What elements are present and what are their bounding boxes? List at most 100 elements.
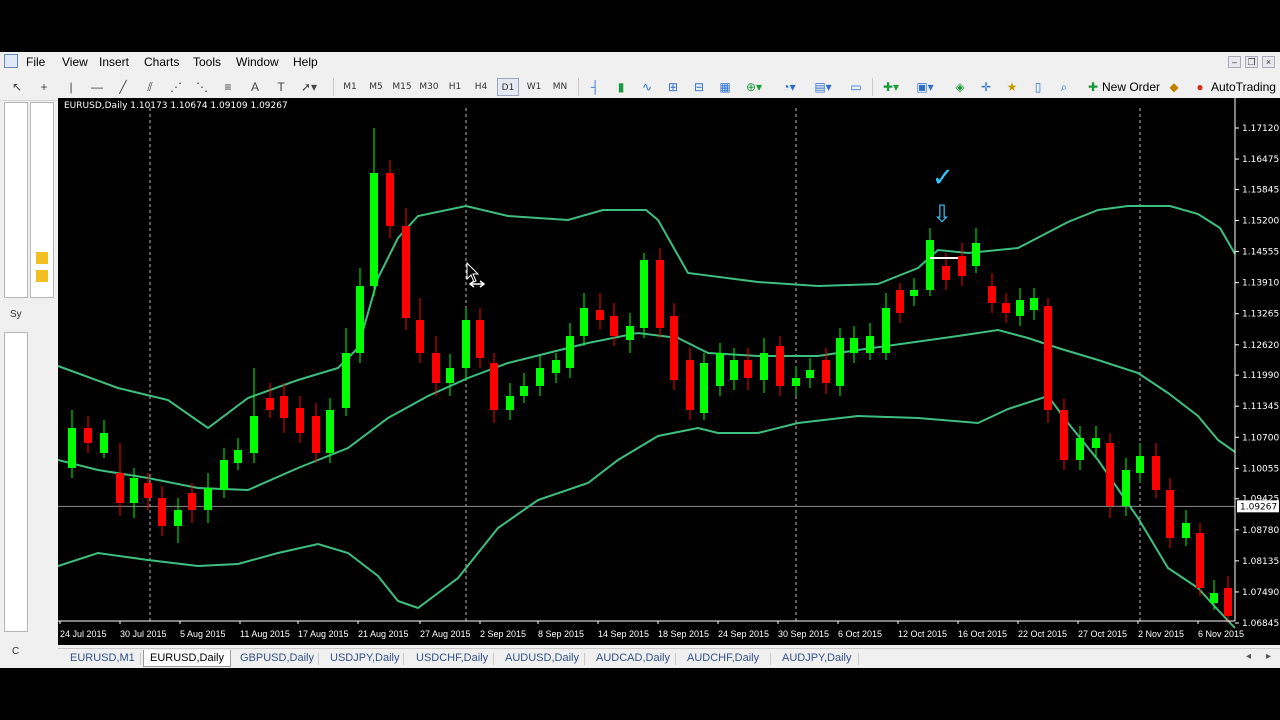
candle-body bbox=[312, 416, 320, 453]
chart-area[interactable]: 1.17120 1.16475 1.15845 1.15200 1.14555 1.139… bbox=[58, 98, 1280, 645]
bar-chart-icon[interactable]: ┤ bbox=[586, 78, 604, 96]
shapes-dropdown-icon[interactable]: ➚▾ bbox=[300, 78, 318, 96]
menu-tools[interactable]: Tools bbox=[193, 55, 221, 70]
date-tick-label: 24 Jul 2015 bbox=[60, 629, 107, 639]
tester-icon[interactable]: ⌕ bbox=[1055, 78, 1073, 96]
line-chart-icon[interactable]: ∿ bbox=[638, 78, 656, 96]
tab-audcad-daily[interactable]: AUDCAD,Daily bbox=[590, 650, 676, 667]
candle-body bbox=[204, 488, 212, 510]
tab-gbpusd-daily[interactable]: GBPUSD,Daily bbox=[234, 650, 320, 667]
candle-body bbox=[1136, 456, 1144, 473]
text-tool-icon[interactable]: A bbox=[246, 78, 264, 96]
tab-scroll-right-icon[interactable]: ▸ bbox=[1266, 651, 1271, 662]
indicator-icon[interactable] bbox=[36, 270, 48, 282]
candle-body bbox=[972, 243, 980, 266]
menu-insert[interactable]: Insert bbox=[99, 55, 129, 70]
candle-body bbox=[402, 226, 410, 318]
market-watch-panel bbox=[4, 102, 28, 298]
navigator-icon[interactable]: ★ bbox=[1003, 78, 1021, 96]
candle-body bbox=[1122, 470, 1130, 506]
autotrading-icon: ● bbox=[1196, 80, 1204, 94]
period-m15[interactable]: M15 bbox=[391, 78, 413, 96]
candle-body bbox=[1210, 593, 1218, 603]
candle-body bbox=[174, 510, 182, 526]
candlestick-icon[interactable]: ▮ bbox=[612, 78, 630, 96]
candle-body bbox=[670, 316, 678, 380]
tab-eurusd-m1[interactable]: EURUSD,M1 bbox=[64, 650, 141, 667]
cursor-tool-icon[interactable]: ↖ bbox=[8, 78, 26, 96]
candle-body bbox=[958, 256, 966, 276]
period-m30[interactable]: M30 bbox=[418, 78, 440, 96]
common-label: C bbox=[12, 646, 20, 657]
new-order-button[interactable]: New Order bbox=[1102, 78, 1160, 96]
menu-charts[interactable]: Charts bbox=[144, 55, 179, 70]
new-chart-icon[interactable]: ✚▾ bbox=[882, 78, 900, 96]
indicators-icon[interactable]: ⊕▾ bbox=[745, 78, 763, 96]
zoom-out-icon[interactable]: ⊟ bbox=[690, 78, 708, 96]
candle-body bbox=[476, 320, 484, 358]
candle-body bbox=[1002, 303, 1010, 313]
candle-body bbox=[836, 338, 844, 386]
tab-audchf-daily[interactable]: AUDCHF,Daily bbox=[681, 650, 765, 667]
candle-body bbox=[730, 360, 738, 380]
candle-body bbox=[626, 326, 634, 340]
tab-eurusd-daily[interactable]: EURUSD,Daily bbox=[143, 650, 231, 667]
periods-clock-icon[interactable]: ◔▾ bbox=[780, 78, 798, 96]
data-window-icon[interactable]: ✛ bbox=[977, 78, 995, 96]
menu-view[interactable]: View bbox=[62, 55, 88, 70]
close-icon[interactable]: × bbox=[1262, 56, 1275, 68]
tile-icon[interactable]: ▦ bbox=[716, 78, 734, 96]
tab-usdchf-daily[interactable]: USDCHF,Daily bbox=[410, 650, 494, 667]
vertical-line-icon[interactable]: | bbox=[62, 78, 80, 96]
menu-window[interactable]: Window bbox=[236, 55, 279, 70]
tab-audjpy-daily[interactable]: AUDJPY,Daily bbox=[776, 650, 858, 667]
profiles-dropdown-icon[interactable]: ▣▾ bbox=[916, 78, 934, 96]
candle-body bbox=[520, 386, 528, 396]
gann-icon[interactable]: ⋰ bbox=[167, 78, 185, 96]
channel-icon[interactable]: ⫽ bbox=[141, 78, 159, 96]
candle-body bbox=[686, 360, 694, 410]
fibonacci-icon[interactable]: ≡ bbox=[219, 78, 237, 96]
terminal-icon[interactable]: ▯ bbox=[1029, 78, 1047, 96]
candle-body bbox=[882, 308, 890, 353]
tab-audusd-daily[interactable]: AUDUSD,Daily bbox=[499, 650, 585, 667]
autotrading-button[interactable]: AutoTrading bbox=[1211, 78, 1276, 96]
metaeditor-icon[interactable]: ◆ bbox=[1165, 78, 1183, 96]
minimize-icon[interactable]: – bbox=[1228, 56, 1241, 68]
candle-body bbox=[596, 310, 604, 320]
price-tick-label: 1.10700 bbox=[1242, 433, 1279, 443]
menu-file[interactable]: File bbox=[26, 55, 45, 70]
expert-icon[interactable] bbox=[36, 252, 48, 264]
period-mn[interactable]: MN bbox=[549, 78, 571, 96]
chart-title: EURUSD,Daily 1.10173 1.10674 1.09109 1.0… bbox=[64, 101, 288, 111]
price-tick-label: 1.06845 bbox=[1242, 619, 1279, 629]
period-h1[interactable]: H1 bbox=[444, 78, 466, 96]
period-w1[interactable]: W1 bbox=[523, 78, 545, 96]
period-h4[interactable]: H4 bbox=[470, 78, 492, 96]
candle bbox=[640, 253, 648, 338]
date-tick-label: 6 Nov 2015 bbox=[1198, 629, 1244, 639]
price-tick-label: 1.12620 bbox=[1242, 341, 1279, 351]
price-tick-label: 1.13910 bbox=[1242, 279, 1279, 289]
templates-icon[interactable]: ▤▾ bbox=[814, 78, 832, 96]
restore-icon[interactable]: ❐ bbox=[1245, 56, 1258, 68]
candle-body bbox=[116, 473, 124, 503]
price-chart[interactable]: 1.17120 1.16475 1.15845 1.15200 1.14555 1.139… bbox=[58, 98, 1280, 645]
candle-body bbox=[1044, 306, 1052, 410]
menu-help[interactable]: Help bbox=[293, 55, 318, 70]
crosshair-tool-icon[interactable]: + bbox=[35, 78, 53, 96]
period-m1[interactable]: M1 bbox=[339, 78, 361, 96]
label-tool-icon[interactable]: T bbox=[272, 78, 290, 96]
horizontal-line-icon[interactable]: — bbox=[88, 78, 106, 96]
tab-usdjpy-daily[interactable]: USDJPY,Daily bbox=[324, 650, 406, 667]
tab-scroll-left-icon[interactable]: ◂ bbox=[1246, 651, 1251, 662]
candle-body bbox=[1224, 588, 1232, 616]
market-watch-icon[interactable]: ◈ bbox=[951, 78, 969, 96]
period-m5[interactable]: M5 bbox=[365, 78, 387, 96]
fan-icon[interactable]: ⋱ bbox=[193, 78, 211, 96]
period-d1[interactable]: D1 bbox=[497, 78, 519, 96]
trendline-icon[interactable]: ╱ bbox=[114, 78, 132, 96]
profiles-icon[interactable]: ▭ bbox=[847, 78, 865, 96]
price-tick-label: 1.11990 bbox=[1242, 371, 1279, 381]
zoom-in-icon[interactable]: ⊞ bbox=[664, 78, 682, 96]
